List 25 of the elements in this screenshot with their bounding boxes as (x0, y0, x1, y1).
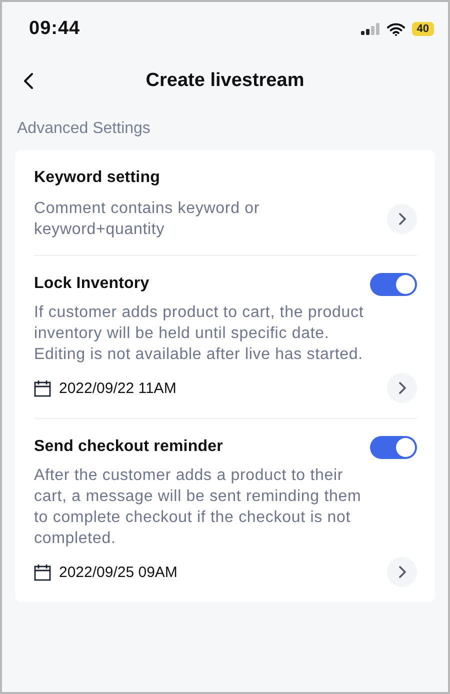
setting-title: Lock Inventory (34, 275, 150, 293)
setting-description: If customer adds product to cart, the product inventory will be held until specific date. Editing is not available after live has started. (34, 303, 365, 365)
date-text: 2022/09/25 09AM (59, 564, 178, 580)
setting-description: Comment contains keyword or keyword+quantity (34, 199, 261, 240)
calendar-icon (34, 380, 51, 396)
setting-title: Keyword setting (34, 169, 160, 187)
toggle-switch[interactable] (370, 436, 417, 458)
toggle-switch[interactable] (370, 272, 417, 296)
calendar-icon (34, 564, 51, 580)
chevron-icon (398, 382, 406, 394)
back-icon (22, 72, 36, 90)
signal-icon (360, 23, 380, 35)
chevron-button[interactable] (387, 204, 417, 234)
chevron-button[interactable] (387, 373, 417, 403)
section-title: Advanced Settings (16, 120, 152, 139)
battery-indicator: 40 (412, 22, 434, 36)
setting-title: Send checkout reminder (34, 438, 223, 456)
chevron-button[interactable] (387, 557, 417, 587)
chevron-icon (398, 213, 406, 225)
date-text: 2022/09/22 11AM (59, 380, 176, 396)
page-title: Create livestream (146, 70, 304, 92)
setting-description: After the customer adds a product to their cart, a message will be sent reminding them to complete checkout if the checkout is not completed. (34, 466, 362, 549)
wifi-icon (386, 22, 405, 36)
status-time: 09:44 (29, 18, 80, 40)
chevron-icon (398, 566, 406, 578)
